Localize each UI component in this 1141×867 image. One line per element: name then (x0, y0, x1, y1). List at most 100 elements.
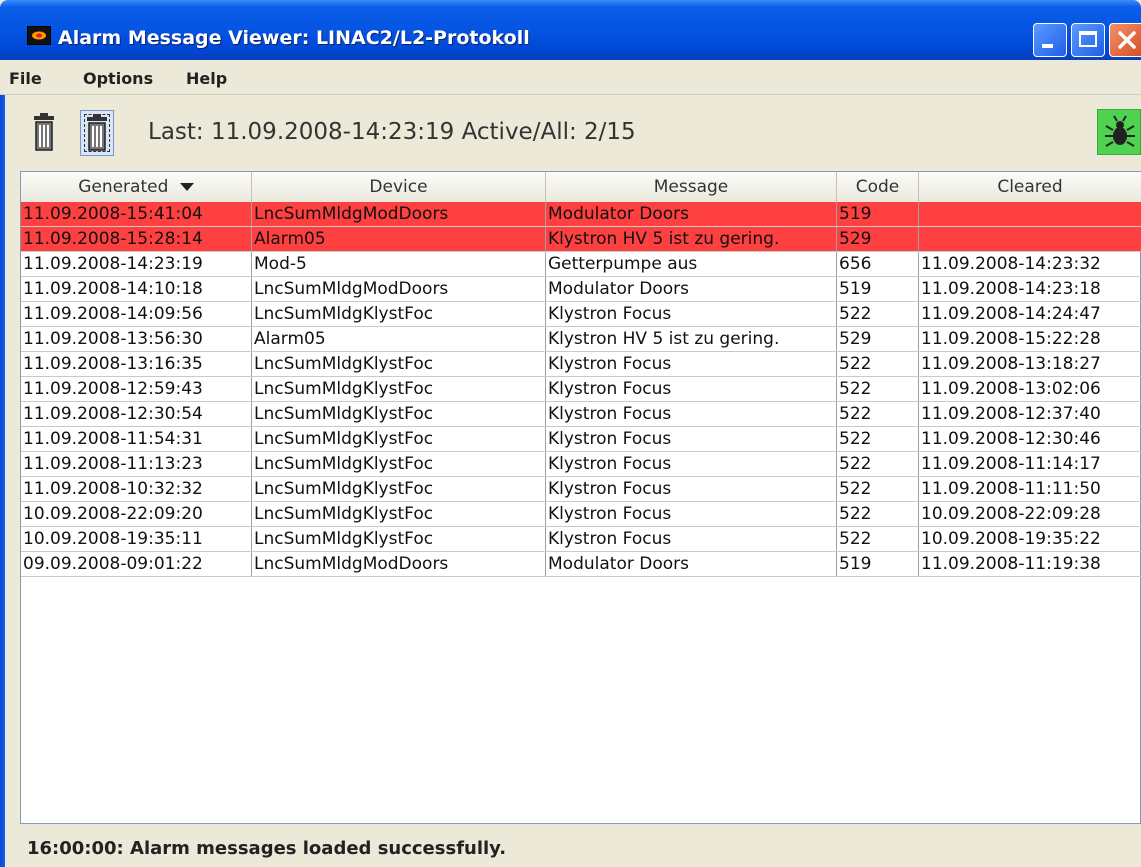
cell-message: Modulator Doors (546, 277, 837, 301)
window-border (0, 60, 5, 867)
cell-code: 522 (837, 502, 919, 526)
cell-cleared: 11.09.2008-11:19:38 (919, 552, 1141, 576)
cell-device: LncSumMldgKlystFoc (252, 427, 546, 451)
column-header-device[interactable]: Device (252, 172, 546, 202)
cell-generated: 11.09.2008-13:56:30 (21, 327, 252, 351)
cell-message: Klystron Focus (546, 427, 837, 451)
cell-message: Klystron Focus (546, 452, 837, 476)
cell-device: Alarm05 (252, 327, 546, 351)
cell-cleared: 11.09.2008-14:23:18 (919, 277, 1141, 301)
cell-code: 522 (837, 302, 919, 326)
cell-code: 522 (837, 352, 919, 376)
cell-code: 522 (837, 402, 919, 426)
menu-options-label: Options (83, 69, 154, 88)
cell-cleared: 10.09.2008-22:09:28 (919, 502, 1141, 526)
column-header-code[interactable]: Code (837, 172, 919, 202)
minimize-icon[interactable] (1033, 23, 1067, 57)
trash-dashed-icon[interactable] (80, 110, 114, 156)
cell-cleared: 11.09.2008-15:22:28 (919, 327, 1141, 351)
cell-message: Modulator Doors (546, 202, 837, 226)
cell-message: Klystron HV 5 ist zu gering. (546, 227, 837, 251)
cell-cleared (919, 227, 1141, 251)
table-row[interactable]: 11.09.2008-15:28:14 Alarm05 Klystron HV … (21, 227, 1141, 252)
column-message-label: Message (653, 177, 729, 197)
bug-icon[interactable] (1097, 109, 1141, 155)
menu-help-label: Help (186, 69, 228, 88)
table-row[interactable]: 09.09.2008-09:01:22 LncSumMldgModDoors M… (21, 552, 1141, 577)
cell-message: Getterpumpe aus (546, 252, 837, 276)
column-cleared-label: Cleared (997, 177, 1063, 197)
cell-generated: 11.09.2008-11:54:31 (21, 427, 252, 451)
table-row[interactable]: 11.09.2008-14:10:18 LncSumMldgModDoors M… (21, 277, 1141, 302)
cell-cleared: 11.09.2008-13:02:06 (919, 377, 1141, 401)
cell-message: Klystron Focus (546, 352, 837, 376)
column-header-message[interactable]: Message (546, 172, 837, 202)
cell-cleared: 11.09.2008-14:24:47 (919, 302, 1141, 326)
cell-generated: 09.09.2008-09:01:22 (21, 552, 252, 576)
column-device-label: Device (369, 177, 428, 197)
cell-device: Alarm05 (252, 227, 546, 251)
cell-code: 522 (837, 377, 919, 401)
menu-options[interactable]: Options (83, 69, 153, 88)
cell-cleared: 11.09.2008-12:37:40 (919, 402, 1141, 426)
table-row[interactable]: 11.09.2008-12:30:54 LncSumMldgKlystFoc K… (21, 402, 1141, 427)
table-row[interactable]: 11.09.2008-13:16:35 LncSumMldgKlystFoc K… (21, 352, 1141, 377)
column-code-label: Code (855, 177, 900, 197)
cell-device: Mod-5 (252, 252, 546, 276)
cell-message: Modulator Doors (546, 552, 837, 576)
cell-generated: 11.09.2008-12:30:54 (21, 402, 252, 426)
cell-cleared (919, 202, 1141, 226)
table-row[interactable]: 11.09.2008-15:41:04 LncSumMldgModDoors M… (21, 202, 1141, 227)
table-row[interactable]: 11.09.2008-13:56:30 Alarm05 Klystron HV … (21, 327, 1141, 352)
table-row[interactable]: 11.09.2008-14:23:19 Mod-5 Getterpumpe au… (21, 252, 1141, 277)
cell-device: LncSumMldgKlystFoc (252, 502, 546, 526)
status-summary: Last: 11.09.2008-14:23:19 Active/All: 2/… (148, 119, 636, 145)
cell-code: 522 (837, 527, 919, 551)
table-row[interactable]: 11.09.2008-12:59:43 LncSumMldgKlystFoc K… (21, 377, 1141, 402)
cell-cleared: 11.09.2008-13:18:27 (919, 352, 1141, 376)
table-header: Generated Device Message Code Cleared (21, 172, 1141, 203)
cell-device: LncSumMldgKlystFoc (252, 302, 546, 326)
cell-message: Klystron Focus (546, 302, 837, 326)
cell-code: 519 (837, 552, 919, 576)
cell-cleared: 11.09.2008-11:14:17 (919, 452, 1141, 476)
cell-message: Klystron Focus (546, 477, 837, 501)
cell-generated: 11.09.2008-13:16:35 (21, 352, 252, 376)
cell-device: LncSumMldgKlystFoc (252, 377, 546, 401)
title-bar[interactable]: Alarm Message Viewer: LINAC2/L2-Protokol… (0, 0, 1141, 60)
cell-generated: 11.09.2008-15:41:04 (21, 202, 252, 226)
cell-message: Klystron HV 5 ist zu gering. (546, 327, 837, 351)
menu-help[interactable]: Help (186, 69, 227, 88)
maximize-icon[interactable] (1071, 23, 1105, 57)
cell-code: 529 (837, 327, 919, 351)
trash-icon[interactable] (27, 110, 61, 156)
alarm-table: Generated Device Message Code Cleared 11… (20, 171, 1141, 824)
close-icon[interactable] (1109, 23, 1141, 57)
cell-device: LncSumMldgModDoors (252, 202, 546, 226)
cell-code: 529 (837, 227, 919, 251)
menu-file[interactable]: File (9, 69, 42, 88)
app-window: Alarm Message Viewer: LINAC2/L2-Protokol… (0, 0, 1141, 867)
sort-descending-icon (179, 171, 194, 201)
cell-device: LncSumMldgModDoors (252, 552, 546, 576)
cell-cleared: 10.09.2008-19:35:22 (919, 527, 1141, 551)
window-title: Alarm Message Viewer: LINAC2/L2-Protokol… (58, 27, 530, 49)
table-row[interactable]: 11.09.2008-11:54:31 LncSumMldgKlystFoc K… (21, 427, 1141, 452)
cell-message: Klystron Focus (546, 402, 837, 426)
cell-generated: 11.09.2008-15:28:14 (21, 227, 252, 251)
cell-device: LncSumMldgKlystFoc (252, 477, 546, 501)
cell-cleared: 11.09.2008-11:11:50 (919, 477, 1141, 501)
cell-generated: 10.09.2008-22:09:20 (21, 502, 252, 526)
column-generated-label: Generated (78, 177, 169, 197)
cell-message: Klystron Focus (546, 377, 837, 401)
table-row[interactable]: 10.09.2008-19:35:11 LncSumMldgKlystFoc K… (21, 527, 1141, 552)
column-header-cleared[interactable]: Cleared (919, 172, 1141, 202)
table-row[interactable]: 10.09.2008-22:09:20 LncSumMldgKlystFoc K… (21, 502, 1141, 527)
menu-bar: File Options Help (0, 60, 1141, 95)
column-header-generated[interactable]: Generated (21, 172, 252, 202)
cell-code: 522 (837, 477, 919, 501)
cell-code: 519 (837, 277, 919, 301)
table-row[interactable]: 11.09.2008-10:32:32 LncSumMldgKlystFoc K… (21, 477, 1141, 502)
table-row[interactable]: 11.09.2008-14:09:56 LncSumMldgKlystFoc K… (21, 302, 1141, 327)
table-row[interactable]: 11.09.2008-11:13:23 LncSumMldgKlystFoc K… (21, 452, 1141, 477)
